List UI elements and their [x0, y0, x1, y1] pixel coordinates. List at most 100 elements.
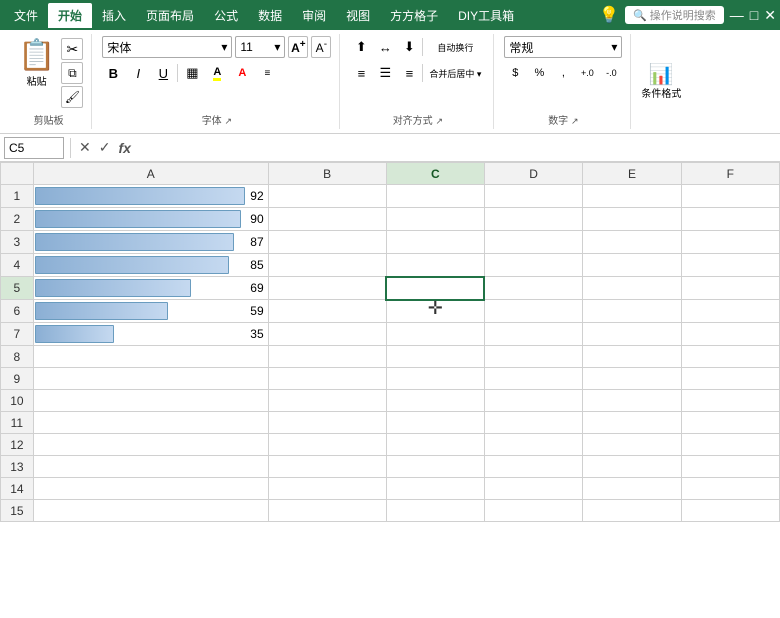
- cell-C15[interactable]: [386, 500, 484, 522]
- cell-D9[interactable]: [484, 368, 582, 390]
- cell-A12[interactable]: [33, 434, 268, 456]
- number-format-selector[interactable]: 常规 ▾: [504, 36, 622, 58]
- cell-E6[interactable]: [583, 300, 681, 323]
- percent-button[interactable]: %: [528, 62, 550, 84]
- cell-A4[interactable]: 85: [33, 254, 268, 277]
- align-left-button[interactable]: ≡: [350, 62, 372, 84]
- cell-D5[interactable]: [484, 277, 582, 300]
- restore-icon[interactable]: □: [750, 7, 758, 23]
- cell-C6[interactable]: [386, 300, 484, 323]
- cell-A10[interactable]: [33, 390, 268, 412]
- confirm-formula-icon[interactable]: ✓: [97, 139, 113, 156]
- cancel-formula-icon[interactable]: ✕: [77, 139, 93, 156]
- font-extra-button[interactable]: ≡: [256, 62, 278, 84]
- cell-B11[interactable]: [268, 412, 386, 434]
- tab-view[interactable]: 视图: [336, 3, 380, 28]
- cell-E8[interactable]: [583, 346, 681, 368]
- cell-B5[interactable]: [268, 277, 386, 300]
- row-header-1[interactable]: 1: [1, 185, 34, 208]
- row-header-11[interactable]: 11: [1, 412, 34, 434]
- cell-B8[interactable]: [268, 346, 386, 368]
- cell-A7[interactable]: 35: [33, 323, 268, 346]
- cut-button[interactable]: ✂: [61, 38, 83, 60]
- row-header-8[interactable]: 8: [1, 346, 34, 368]
- cell-D6[interactable]: [484, 300, 582, 323]
- row-header-3[interactable]: 3: [1, 231, 34, 254]
- cell-F11[interactable]: [681, 412, 779, 434]
- cell-F8[interactable]: [681, 346, 779, 368]
- cell-B13[interactable]: [268, 456, 386, 478]
- align-bottom-button[interactable]: ⬇: [398, 36, 420, 58]
- tab-ffgz[interactable]: 方方格子: [380, 3, 448, 28]
- cell-F5[interactable]: [681, 277, 779, 300]
- cell-C13[interactable]: [386, 456, 484, 478]
- cell-A5[interactable]: 69: [33, 277, 268, 300]
- cell-E12[interactable]: [583, 434, 681, 456]
- cell-A14[interactable]: [33, 478, 268, 500]
- cell-C12[interactable]: [386, 434, 484, 456]
- cell-B15[interactable]: [268, 500, 386, 522]
- tab-formula[interactable]: 公式: [204, 3, 248, 28]
- tab-insert[interactable]: 插入: [92, 3, 136, 28]
- conditional-format-label[interactable]: 条件格式: [641, 89, 681, 101]
- cell-E9[interactable]: [583, 368, 681, 390]
- fx-icon[interactable]: fx: [116, 140, 132, 156]
- search-box[interactable]: 🔍 操作说明搜索: [625, 6, 724, 24]
- cell-C9[interactable]: [386, 368, 484, 390]
- cell-A6[interactable]: 59: [33, 300, 268, 323]
- cell-A8[interactable]: [33, 346, 268, 368]
- font-size-selector[interactable]: 11 ▾: [235, 36, 285, 58]
- cell-D12[interactable]: [484, 434, 582, 456]
- cell-B12[interactable]: [268, 434, 386, 456]
- cell-C8[interactable]: [386, 346, 484, 368]
- row-header-9[interactable]: 9: [1, 368, 34, 390]
- cell-F15[interactable]: [681, 500, 779, 522]
- row-header-7[interactable]: 7: [1, 323, 34, 346]
- tab-review[interactable]: 审阅: [292, 3, 336, 28]
- cell-C3[interactable]: [386, 231, 484, 254]
- row-header-2[interactable]: 2: [1, 208, 34, 231]
- col-header-B[interactable]: B: [268, 163, 386, 185]
- cell-B4[interactable]: [268, 254, 386, 277]
- cell-C2[interactable]: [386, 208, 484, 231]
- dollar-button[interactable]: $: [504, 62, 526, 84]
- cell-D10[interactable]: [484, 390, 582, 412]
- italic-button[interactable]: I: [127, 62, 149, 84]
- font-increase-button[interactable]: A+: [288, 36, 308, 58]
- cell-E2[interactable]: [583, 208, 681, 231]
- tab-page-layout[interactable]: 页面布局: [136, 3, 204, 28]
- bold-button[interactable]: B: [102, 62, 124, 84]
- decrease-decimal-button[interactable]: -.0: [600, 62, 622, 84]
- cell-E3[interactable]: [583, 231, 681, 254]
- cell-B2[interactable]: [268, 208, 386, 231]
- cell-F13[interactable]: [681, 456, 779, 478]
- font-name-selector[interactable]: 宋体 ▾: [102, 36, 232, 58]
- row-header-4[interactable]: 4: [1, 254, 34, 277]
- cell-C1[interactable]: [386, 185, 484, 208]
- cell-B1[interactable]: [268, 185, 386, 208]
- cell-B14[interactable]: [268, 478, 386, 500]
- cell-D4[interactable]: [484, 254, 582, 277]
- cell-E11[interactable]: [583, 412, 681, 434]
- cell-C10[interactable]: [386, 390, 484, 412]
- cell-F4[interactable]: [681, 254, 779, 277]
- cell-E7[interactable]: [583, 323, 681, 346]
- wrap-text-button[interactable]: 自动换行: [425, 36, 485, 58]
- cell-F12[interactable]: [681, 434, 779, 456]
- tab-diy[interactable]: DIY工具箱: [448, 3, 524, 28]
- cell-D7[interactable]: [484, 323, 582, 346]
- cell-D3[interactable]: [484, 231, 582, 254]
- cell-F9[interactable]: [681, 368, 779, 390]
- cell-A1[interactable]: 92: [33, 185, 268, 208]
- row-header-15[interactable]: 15: [1, 500, 34, 522]
- cell-reference-box[interactable]: C5: [4, 137, 64, 159]
- cell-A3[interactable]: 87: [33, 231, 268, 254]
- cell-A11[interactable]: [33, 412, 268, 434]
- row-header-13[interactable]: 13: [1, 456, 34, 478]
- font-decrease-button[interactable]: A-: [311, 36, 331, 58]
- cell-E1[interactable]: [583, 185, 681, 208]
- comma-button[interactable]: ,: [552, 62, 574, 84]
- paste-button[interactable]: 📋 粘贴: [14, 36, 59, 90]
- cell-D13[interactable]: [484, 456, 582, 478]
- close-icon[interactable]: ✕: [764, 7, 776, 24]
